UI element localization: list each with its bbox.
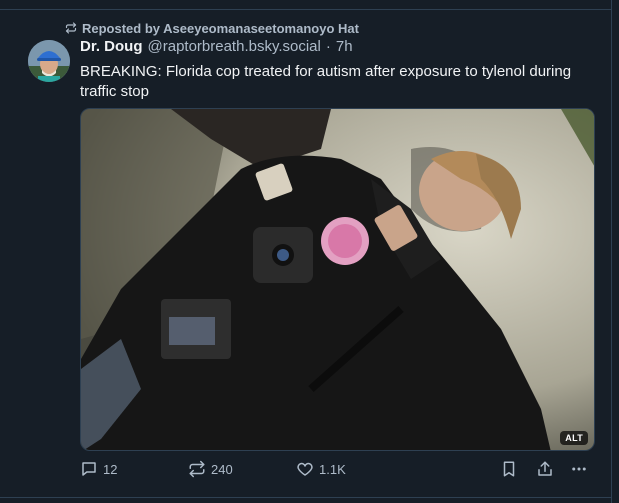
repost-count: 240	[211, 461, 233, 477]
post-actions: 12 240 1.1K	[78, 460, 598, 482]
ellipsis-icon	[572, 467, 586, 471]
speech-bubble-icon	[82, 462, 96, 476]
post-image-content	[81, 109, 594, 450]
meta-separator: ·	[325, 38, 331, 55]
like-count: 1.1K	[319, 461, 346, 477]
author-avatar[interactable]	[28, 40, 70, 82]
feed-border	[611, 0, 612, 503]
post-timestamp[interactable]: 7h	[336, 38, 353, 55]
share-button[interactable]	[536, 460, 554, 478]
heart-icon	[297, 462, 313, 476]
bookmark-button[interactable]	[500, 460, 518, 478]
repost-icon	[189, 460, 205, 478]
avatar-image	[28, 40, 70, 82]
more-options-button[interactable]	[570, 460, 588, 478]
repost-button[interactable]: 240	[188, 460, 233, 478]
repost-icon	[65, 22, 77, 34]
bottom-divider	[0, 497, 612, 498]
post-text: BREAKING: Florida cop treated for autism…	[80, 63, 572, 100]
bookmark-icon	[503, 461, 515, 477]
post-image[interactable]: ALT	[80, 108, 595, 451]
reply-button[interactable]: 12	[80, 460, 117, 478]
top-divider	[0, 9, 612, 10]
share-icon	[538, 461, 552, 476]
author-handle[interactable]: @raptorbreath.bsky.social	[148, 38, 321, 55]
like-button[interactable]: 1.1K	[296, 460, 346, 478]
reply-count: 12	[103, 461, 118, 477]
alt-text-badge[interactable]: ALT	[560, 431, 588, 445]
reposted-by-line[interactable]: Reposted by Aseeyeomanaseetomanoyo Hat	[65, 20, 359, 36]
author-name[interactable]: Dr. Doug	[80, 38, 143, 55]
reposted-by-label: Reposted by Aseeyeomanaseetomanoyo Hat	[82, 20, 359, 36]
post-header: Dr. Doug @raptorbreath.bsky.social · 7h	[80, 38, 353, 55]
